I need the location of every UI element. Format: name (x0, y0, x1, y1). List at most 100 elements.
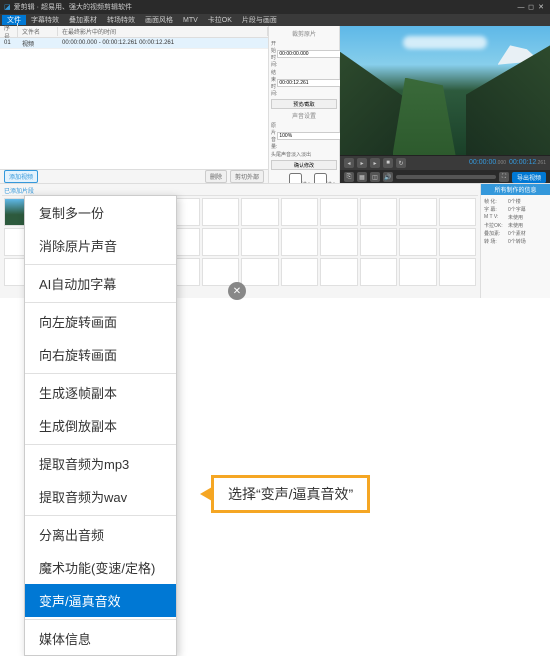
storyboard-empty[interactable] (281, 228, 319, 256)
context-menu-item[interactable]: 分离出音频 (25, 518, 176, 551)
end-time-input[interactable] (277, 79, 347, 87)
storyboard-empty[interactable] (439, 258, 477, 286)
properties-panel: 裁剪原片 开始时间: 结束时间: 预览/截取 声音设置 原片音量: 头尾声音淡入… (269, 26, 340, 183)
menu-clip[interactable]: 片段与画面 (237, 15, 282, 25)
context-menu-item[interactable]: 生成倒放副本 (25, 409, 176, 442)
tool-icon-1[interactable]: ⎘ (344, 172, 354, 182)
confirm-button[interactable]: 确认修改 (271, 160, 337, 170)
timeline-body: 01 视频 00:00:00.000 - 00:00:12.261 00:00:… (0, 38, 268, 169)
menu-style[interactable]: 画面风格 (140, 15, 178, 25)
loop-icon[interactable]: ↻ (396, 158, 406, 168)
storyboard-empty[interactable] (399, 228, 437, 256)
export-button[interactable]: 导出视频 (512, 172, 546, 183)
menu-separator (25, 264, 176, 265)
menu-separator (25, 619, 176, 620)
storyboard-empty[interactable] (399, 198, 437, 226)
cut-external-button[interactable]: 剪切外部 (230, 170, 264, 183)
duration-time: 00:00:12.261 (509, 159, 546, 167)
context-menu-item[interactable]: 魔术功能(变速/定格) (25, 551, 176, 584)
storyboard-empty[interactable] (399, 258, 437, 286)
storyboard-empty[interactable] (241, 198, 279, 226)
audio-title: 声音设置 (271, 110, 337, 121)
menu-karaoke[interactable]: 卡拉OK (203, 15, 237, 25)
info-row: 叠加素:0个素材 (484, 230, 547, 237)
context-menu-item[interactable]: 提取音频为mp3 (25, 447, 176, 480)
tool-icon-2[interactable]: ▦ (357, 172, 367, 182)
context-menu-item[interactable]: 媒体信息 (25, 622, 176, 655)
app-subtitle: 超易用、强大的视频剪辑软件 (41, 2, 132, 12)
menu-overlay[interactable]: 叠加素材 (64, 15, 102, 25)
storyboard-empty[interactable] (360, 258, 398, 286)
context-menu-item[interactable]: 复制多一份 (25, 196, 176, 229)
collapse-icon[interactable]: ✕ (228, 282, 246, 300)
timeline-row[interactable]: 01 视频 00:00:00.000 - 00:00:12.261 00:00:… (0, 38, 268, 49)
info-row: 卡拉OK:未使用 (484, 222, 547, 229)
fullscreen-icon[interactable]: ⛶ (499, 172, 509, 182)
prev-frame-icon[interactable]: ◂ (344, 158, 354, 168)
context-menu-item[interactable]: 变声/逼真音效 (25, 584, 176, 617)
close-icon[interactable]: ✕ (536, 3, 546, 11)
context-menu-item[interactable]: 生成逐帧副本 (25, 376, 176, 409)
menu-separator (25, 302, 176, 303)
context-menu-item[interactable]: 消除原片声音 (25, 229, 176, 262)
storyboard-empty[interactable] (360, 198, 398, 226)
titlebar: ◪ 爱剪辑 · 超易用、强大的视频剪辑软件 — ◻ ✕ (0, 0, 550, 14)
player-controls: ◂ ▸ ▸ ■ ↻ 00:00:00.000 00:00:12.261 ⎘ ▦ … (340, 155, 550, 183)
app-logo-icon: ◪ (4, 3, 11, 11)
instruction-callout: 选择“变声/逼真音效” (200, 475, 370, 513)
seek-bar[interactable] (396, 175, 496, 179)
context-menu-item[interactable]: 向左旋转画面 (25, 305, 176, 338)
th-file: 文件名 (18, 27, 58, 36)
workspace: 序号 文件名 在最终影片中的时间 01 视频 00:00:00.000 - 00… (0, 26, 550, 183)
storyboard-empty[interactable] (360, 228, 398, 256)
add-video-button[interactable]: 添加视频 (4, 170, 38, 183)
storyboard-empty[interactable] (320, 228, 358, 256)
app-title: 爱剪辑 (14, 2, 35, 12)
info-row: M T V:未使用 (484, 214, 547, 221)
context-menu-item[interactable]: 提取音频为wav (25, 480, 176, 513)
storyboard-empty[interactable] (439, 228, 477, 256)
preview-crop-button[interactable]: 预览/截取 (271, 99, 337, 109)
info-panel: 所有制作的信息 帧 化:0个楼 字 幕:0个字幕 M T V:未使用 卡拉OK:… (480, 184, 550, 298)
timeline-footer: 添加视频 删除 剪切外部 (0, 169, 268, 183)
info-title: 所有制作的信息 (481, 184, 550, 195)
current-time: 00:00:00.000 (469, 159, 506, 167)
context-menu: 复制多一份消除原片声音 AI自动加字幕向左旋转画面向右旋转画面生成逐帧副本生成倒放… (24, 195, 177, 656)
stop-icon[interactable]: ■ (383, 158, 393, 168)
menu-separator (25, 373, 176, 374)
minimize-icon[interactable]: — (516, 4, 526, 11)
storyboard-empty[interactable] (202, 228, 240, 256)
delete-button[interactable]: 删除 (205, 170, 227, 183)
menu-separator (25, 515, 176, 516)
volume-input[interactable] (277, 132, 347, 140)
storyboard-empty[interactable] (281, 258, 319, 286)
storyboard-empty[interactable] (202, 198, 240, 226)
callout-label: 选择“变声/逼真音效” (211, 475, 370, 513)
timeline-panel: 序号 文件名 在最终影片中的时间 01 视频 00:00:00.000 - 00… (0, 26, 269, 183)
play-icon[interactable]: ▸ (357, 158, 367, 168)
next-frame-icon[interactable]: ▸ (370, 158, 380, 168)
menu-transition[interactable]: 转场特效 (102, 15, 140, 25)
video-preview[interactable] (340, 26, 550, 155)
menu-subtitle[interactable]: 字幕特效 (26, 15, 64, 25)
menu-separator (25, 444, 176, 445)
storyboard-empty[interactable] (241, 228, 279, 256)
context-menu-item[interactable]: 向右旋转画面 (25, 338, 176, 371)
timeline-header: 序号 文件名 在最终影片中的时间 (0, 26, 268, 38)
info-row: 转 场:0个转场 (484, 238, 547, 245)
info-row: 字 幕:0个字幕 (484, 206, 547, 213)
menu-mtv[interactable]: MTV (178, 17, 203, 24)
th-time: 在最终影片中的时间 (58, 27, 268, 36)
menubar: 文件 字幕特效 叠加素材 转场特效 画面风格 MTV 卡拉OK 片段与画面 (0, 14, 550, 26)
storyboard-empty[interactable] (281, 198, 319, 226)
context-menu-item[interactable]: AI自动加字幕 (25, 267, 176, 300)
volume-icon[interactable]: 🔊 (383, 172, 393, 182)
start-time-input[interactable] (277, 50, 347, 58)
storyboard-empty[interactable] (320, 258, 358, 286)
info-row: 帧 化:0个楼 (484, 198, 547, 205)
maximize-icon[interactable]: ◻ (526, 3, 536, 11)
storyboard-empty[interactable] (241, 258, 279, 286)
storyboard-empty[interactable] (439, 198, 477, 226)
tool-icon-3[interactable]: ◫ (370, 172, 380, 182)
storyboard-empty[interactable] (320, 198, 358, 226)
